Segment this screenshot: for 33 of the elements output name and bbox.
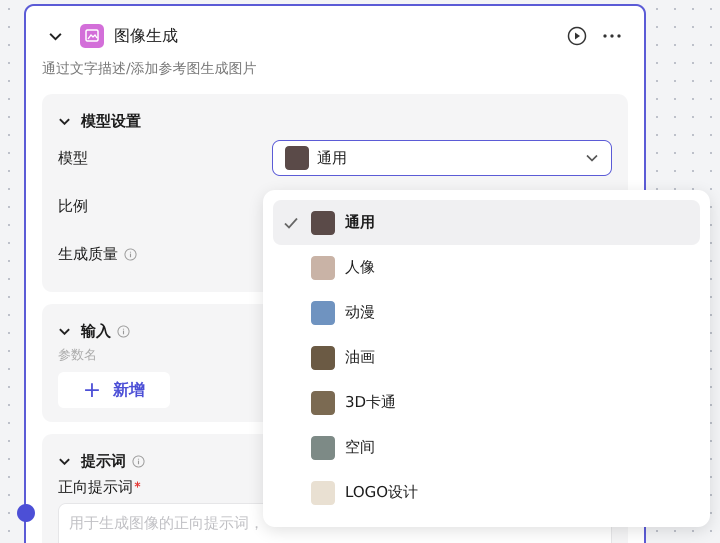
section-title: 提示词	[81, 452, 126, 470]
node-description: 通过文字描述/添加参考图生成图片	[42, 60, 258, 78]
menu-item[interactable]: 通用	[273, 200, 700, 245]
thumbnail-placeholder	[311, 390, 335, 414]
thumbnail-placeholder	[311, 436, 335, 460]
model-select[interactable]: 通用	[272, 140, 612, 176]
thumbnail-placeholder	[311, 346, 335, 370]
field-label: 正向提示词	[58, 478, 133, 497]
menu-item[interactable]: 空间	[273, 425, 700, 470]
info-icon[interactable]	[117, 324, 130, 338]
connection-port[interactable]	[17, 504, 35, 522]
play-icon[interactable]	[567, 26, 587, 46]
section-title: 输入	[81, 322, 111, 340]
thumbnail-placeholder	[311, 480, 335, 504]
menu-item[interactable]: 3D卡通	[273, 380, 700, 425]
menu-item[interactable]: 动漫	[273, 290, 700, 335]
column-label: 参数名	[58, 347, 97, 364]
section-title: 模型设置	[81, 112, 141, 130]
field-label: 比例	[58, 196, 88, 216]
menu-item[interactable]: LOGO设计	[273, 470, 700, 515]
node-title: 图像生成	[114, 26, 178, 46]
thumbnail-placeholder	[285, 146, 309, 170]
thumbnail-placeholder	[311, 210, 335, 234]
menu-item[interactable]: 油画	[273, 335, 700, 380]
info-icon[interactable]	[124, 248, 137, 260]
info-icon[interactable]	[132, 454, 145, 468]
menu-item[interactable]: 人像	[273, 245, 700, 290]
thumbnail-placeholder	[311, 256, 335, 280]
thumbnail-placeholder	[311, 300, 335, 324]
field-label: 生成质量	[58, 244, 118, 264]
image-generation-icon	[80, 24, 104, 48]
add-button[interactable]: + 新增	[58, 372, 170, 408]
field-label: 模型	[58, 148, 88, 168]
